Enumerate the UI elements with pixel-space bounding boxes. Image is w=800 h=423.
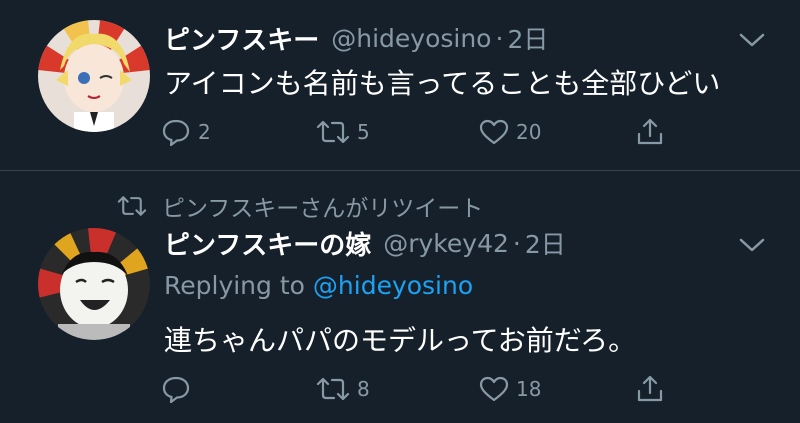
- avatar[interactable]: [38, 20, 150, 132]
- reply-icon: [160, 373, 192, 405]
- retweet-button[interactable]: 8: [315, 371, 370, 407]
- retweet-icon: [315, 373, 351, 405]
- tweet-2[interactable]: ピンフスキーさんがリツイート ピンフスキーの嫁 @rykey42 · 2日 Re…: [0, 171, 800, 423]
- replying-to: Replying to @hideyosino: [164, 271, 473, 300]
- reply-button[interactable]: [160, 371, 198, 407]
- retweet-context-text[interactable]: ピンフスキーさんがリツイート: [162, 189, 483, 223]
- like-count: 20: [516, 120, 542, 144]
- tweet-header: ピンフスキー @hideyosino · 2日: [164, 20, 548, 56]
- tweet-1[interactable]: ピンフスキー @hideyosino · 2日 アイコンも名前も言ってることも全…: [0, 0, 800, 170]
- replying-prefix: Replying to: [164, 271, 305, 300]
- timestamp[interactable]: 2日: [507, 20, 548, 56]
- tweet-actions: 2 5 20: [160, 114, 680, 150]
- share-icon: [635, 373, 665, 405]
- reply-button[interactable]: 2: [160, 114, 211, 150]
- reply-icon: [160, 116, 192, 148]
- like-button[interactable]: 18: [478, 371, 541, 407]
- tweet-header: ピンフスキーの嫁 @rykey42 · 2日: [164, 225, 566, 261]
- share-icon: [635, 116, 665, 148]
- like-button[interactable]: 20: [478, 114, 541, 150]
- avatar[interactable]: [38, 228, 150, 340]
- retweet-count: 5: [357, 120, 370, 144]
- like-icon: [478, 373, 510, 405]
- share-button[interactable]: [635, 371, 665, 407]
- retweet-button[interactable]: 5: [315, 114, 370, 150]
- display-name[interactable]: ピンフスキーの嫁: [164, 225, 371, 262]
- retweet-icon: [116, 192, 148, 220]
- like-icon: [478, 116, 510, 148]
- tweet-text: 連ちゃんパパのモデルってお前だろ。: [164, 324, 637, 357]
- replying-mention-link[interactable]: @hideyosino: [313, 271, 473, 300]
- user-handle[interactable]: @hideyosino: [331, 24, 491, 53]
- separator-dot: ·: [495, 23, 504, 53]
- share-button[interactable]: [635, 114, 665, 150]
- display-name[interactable]: ピンフスキー: [164, 20, 319, 57]
- tweet-text: アイコンも名前も言ってることも全部ひどい: [164, 67, 721, 100]
- retweet-count: 8: [357, 377, 370, 401]
- like-count: 18: [516, 377, 542, 401]
- separator-dot: ·: [512, 228, 521, 258]
- chevron-down-icon[interactable]: [738, 235, 766, 255]
- reply-count: 2: [198, 120, 211, 144]
- timestamp[interactable]: 2日: [525, 225, 566, 261]
- chevron-down-icon[interactable]: [738, 30, 766, 50]
- tweet-actions: 8 18: [160, 371, 680, 407]
- user-handle[interactable]: @rykey42: [383, 229, 509, 258]
- retweet-context: ピンフスキーさんがリツイート: [116, 189, 483, 223]
- retweet-icon: [315, 116, 351, 148]
